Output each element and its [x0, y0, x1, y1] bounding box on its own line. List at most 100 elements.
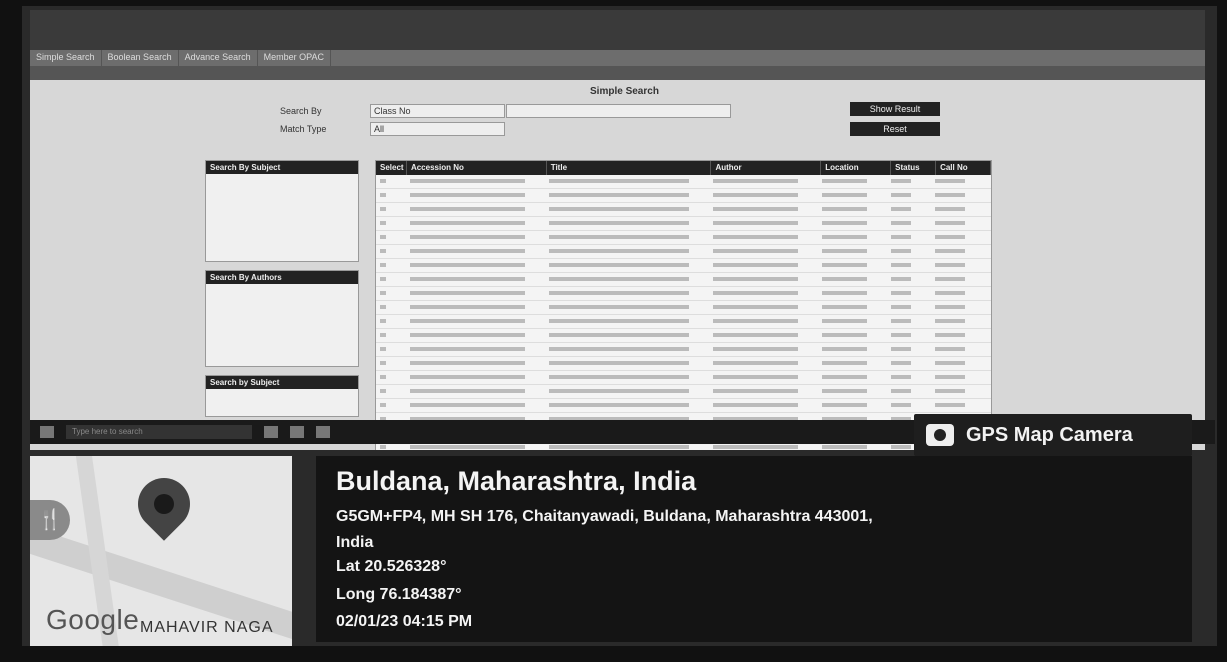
column-header[interactable]: Status — [891, 161, 937, 175]
task-view-icon[interactable] — [264, 426, 278, 438]
address-line: India — [336, 534, 374, 551]
table-cell — [709, 203, 818, 216]
table-cell — [709, 371, 818, 384]
blurred-text — [891, 235, 911, 239]
table-row[interactable] — [376, 259, 991, 273]
windows-start-icon[interactable] — [40, 426, 54, 438]
blurred-text — [891, 361, 911, 365]
table-cell — [406, 203, 545, 216]
list-item[interactable] — [206, 174, 358, 185]
list-item[interactable] — [206, 196, 358, 207]
table-row[interactable] — [376, 329, 991, 343]
table-cell — [406, 301, 545, 314]
table-row[interactable] — [376, 231, 991, 245]
table-cell — [887, 343, 931, 356]
table-cell — [887, 259, 931, 272]
blurred-text — [713, 389, 798, 393]
search-by-label: Search By — [280, 106, 322, 116]
table-row[interactable] — [376, 203, 991, 217]
list-item[interactable] — [206, 185, 358, 196]
search-page: Simple Search Search By Class No Match T… — [30, 80, 1205, 450]
blurred-text — [935, 305, 965, 309]
blurred-text — [410, 333, 525, 337]
blurred-text — [822, 207, 867, 211]
match-type-label: Match Type — [280, 124, 327, 134]
blurred-text — [891, 333, 911, 337]
blurred-text — [713, 291, 798, 295]
tab-simple-search[interactable]: Simple Search — [30, 50, 102, 66]
blurred-text — [935, 221, 965, 225]
table-cell — [818, 189, 887, 202]
table-row[interactable] — [376, 357, 991, 371]
reset-button[interactable]: Reset — [850, 122, 940, 136]
file-explorer-icon[interactable] — [290, 426, 304, 438]
table-row[interactable] — [376, 315, 991, 329]
table-row[interactable] — [376, 301, 991, 315]
blurred-text — [380, 235, 386, 239]
blurred-text — [891, 193, 911, 197]
search-by-select[interactable]: Class No — [370, 104, 505, 118]
blurred-text — [380, 263, 386, 267]
blurred-text — [891, 319, 911, 323]
table-cell — [887, 287, 931, 300]
table-cell — [887, 301, 931, 314]
browser-icon[interactable] — [316, 426, 330, 438]
address-line: G5GM+FP4, MH SH 176, Chaitanyawadi, Buld… — [336, 508, 873, 525]
tab-boolean-search[interactable]: Boolean Search — [102, 50, 179, 66]
blurred-text — [713, 305, 798, 309]
blurred-text — [549, 333, 689, 337]
show-result-button[interactable]: Show Result — [850, 102, 940, 116]
table-cell — [406, 329, 545, 342]
table-row[interactable] — [376, 399, 991, 413]
table-cell — [709, 273, 818, 286]
column-header[interactable]: Accession No — [407, 161, 547, 175]
table-cell — [931, 245, 985, 258]
table-row[interactable] — [376, 371, 991, 385]
table-cell — [376, 189, 406, 202]
table-cell — [931, 301, 985, 314]
results-table: Select Accession No Title Author Locatio… — [375, 160, 992, 450]
taskbar-search[interactable]: Type here to search — [66, 425, 252, 439]
search-input[interactable] — [506, 104, 731, 118]
tab-advance-search[interactable]: Advance Search — [179, 50, 258, 66]
blurred-text — [380, 361, 386, 365]
match-type-select[interactable]: All — [370, 122, 505, 136]
list-item[interactable] — [206, 284, 358, 295]
blurred-text — [380, 389, 386, 393]
table-cell — [931, 259, 985, 272]
address: G5GM+FP4, MH SH 176, Chaitanyawadi, Buld… — [336, 504, 1176, 556]
authors-panel: Search By Authors — [205, 270, 359, 367]
place-name: Buldana, Maharashtra, India — [336, 466, 697, 496]
table-row[interactable] — [376, 175, 991, 189]
table-row[interactable] — [376, 343, 991, 357]
blurred-text — [891, 403, 911, 407]
blurred-text — [891, 389, 911, 393]
table-cell — [545, 189, 709, 202]
tab-member-opac[interactable]: Member OPAC — [258, 50, 331, 66]
column-header[interactable]: Select — [376, 161, 407, 175]
table-cell — [545, 301, 709, 314]
table-cell — [709, 245, 818, 258]
table-cell — [818, 203, 887, 216]
table-row[interactable] — [376, 189, 991, 203]
table-row[interactable] — [376, 273, 991, 287]
column-header[interactable]: Location — [821, 161, 892, 175]
table-cell — [376, 385, 406, 398]
table-row[interactable] — [376, 287, 991, 301]
blurred-text — [822, 277, 867, 281]
table-cell — [406, 259, 545, 272]
column-header[interactable]: Author — [711, 161, 822, 175]
blurred-text — [891, 375, 911, 379]
table-cell — [545, 371, 709, 384]
list-item[interactable] — [206, 295, 358, 306]
blurred-text — [549, 277, 689, 281]
table-row[interactable] — [376, 245, 991, 259]
column-header[interactable]: Call No — [936, 161, 991, 175]
table-row[interactable] — [376, 385, 991, 399]
column-header[interactable]: Title — [547, 161, 712, 175]
blurred-text — [822, 193, 867, 197]
table-row[interactable] — [376, 217, 991, 231]
table-cell — [931, 231, 985, 244]
table-cell — [376, 315, 406, 328]
table-cell — [376, 175, 406, 188]
